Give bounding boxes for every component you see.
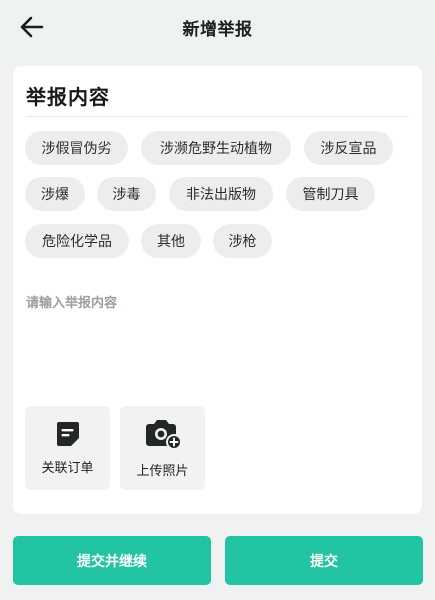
upload-photo-label: 上传照片 (136, 463, 189, 479)
top-bar: 新增举报 (0, 0, 435, 54)
category-chip[interactable]: 涉假冒伪劣 (25, 131, 128, 165)
link-order-label: 关联订单 (41, 460, 94, 476)
category-chip[interactable]: 其他 (141, 224, 201, 258)
submit-button[interactable]: 提交 (225, 536, 423, 585)
section-divider (26, 116, 409, 117)
upload-photo-button[interactable]: 上传照片 (120, 406, 205, 490)
report-page: 新增举报 举报内容 涉假冒伪劣 涉濒危野生动植物 涉反宣品 涉爆 涉毒 非法出版… (0, 0, 435, 600)
report-content-input[interactable] (26, 292, 409, 392)
submit-and-continue-button[interactable]: 提交并继续 (13, 536, 211, 585)
category-chip[interactable]: 非法出版物 (169, 177, 273, 211)
page-title: 新增举报 (182, 19, 253, 40)
report-card: 举报内容 涉假冒伪劣 涉濒危野生动植物 涉反宣品 涉爆 涉毒 非法出版物 管制刀… (13, 66, 422, 514)
link-order-button[interactable]: 关联订单 (25, 406, 110, 490)
back-button[interactable] (14, 12, 50, 42)
camera-plus-icon (145, 419, 182, 450)
document-icon (56, 421, 79, 446)
category-chip[interactable]: 涉反宣品 (304, 131, 393, 165)
category-chip[interactable]: 危险化学品 (25, 224, 129, 258)
section-title: 举报内容 (26, 85, 110, 109)
category-chip[interactable]: 涉枪 (213, 224, 272, 258)
category-chip[interactable]: 涉毒 (97, 177, 156, 211)
arrow-left-icon (20, 16, 44, 38)
category-chip[interactable]: 涉濒危野生动植物 (141, 131, 291, 165)
category-chip[interactable]: 涉爆 (25, 177, 85, 211)
category-chip[interactable]: 管制刀具 (286, 177, 375, 211)
